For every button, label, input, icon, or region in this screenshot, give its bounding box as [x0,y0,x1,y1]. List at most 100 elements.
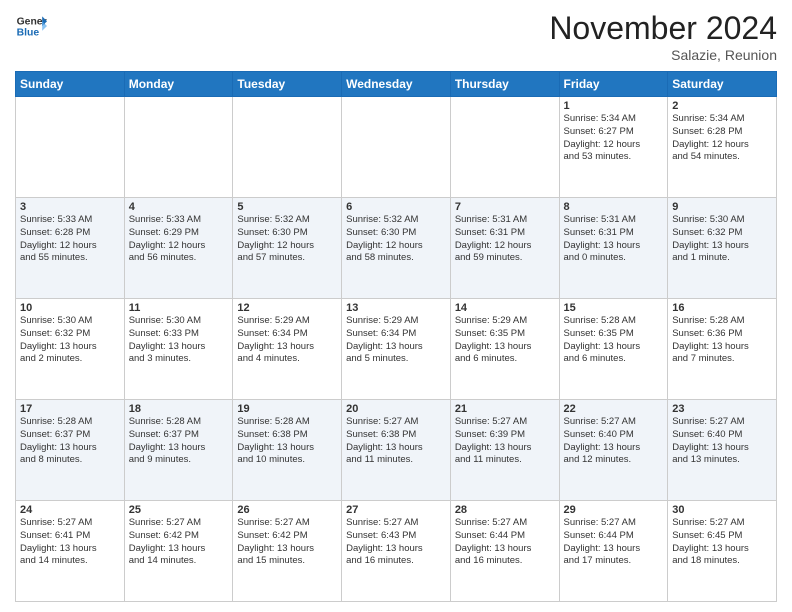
week-row-4: 17Sunrise: 5:28 AM Sunset: 6:37 PM Dayli… [16,400,777,501]
calendar-cell: 3Sunrise: 5:33 AM Sunset: 6:28 PM Daylig… [16,198,125,299]
day-number: 17 [20,403,120,415]
day-number: 14 [455,302,555,314]
day-info: Sunrise: 5:28 AM Sunset: 6:36 PM Dayligh… [672,315,772,366]
day-info: Sunrise: 5:32 AM Sunset: 6:30 PM Dayligh… [237,214,337,265]
day-info: Sunrise: 5:32 AM Sunset: 6:30 PM Dayligh… [346,214,446,265]
weekday-header-sunday: Sunday [16,72,125,97]
day-info: Sunrise: 5:28 AM Sunset: 6:38 PM Dayligh… [237,416,337,467]
day-info: Sunrise: 5:27 AM Sunset: 6:40 PM Dayligh… [564,416,664,467]
calendar-cell: 14Sunrise: 5:29 AM Sunset: 6:35 PM Dayli… [450,299,559,400]
day-info: Sunrise: 5:29 AM Sunset: 6:35 PM Dayligh… [455,315,555,366]
calendar-cell: 19Sunrise: 5:28 AM Sunset: 6:38 PM Dayli… [233,400,342,501]
calendar-cell [342,97,451,198]
header: General Blue November 2024 Salazie, Reun… [15,10,777,63]
day-number: 19 [237,403,337,415]
day-info: Sunrise: 5:29 AM Sunset: 6:34 PM Dayligh… [237,315,337,366]
day-info: Sunrise: 5:34 AM Sunset: 6:27 PM Dayligh… [564,113,664,164]
calendar-cell: 27Sunrise: 5:27 AM Sunset: 6:43 PM Dayli… [342,501,451,602]
calendar-cell: 6Sunrise: 5:32 AM Sunset: 6:30 PM Daylig… [342,198,451,299]
calendar-cell: 1Sunrise: 5:34 AM Sunset: 6:27 PM Daylig… [559,97,668,198]
calendar-cell: 18Sunrise: 5:28 AM Sunset: 6:37 PM Dayli… [124,400,233,501]
calendar-cell: 13Sunrise: 5:29 AM Sunset: 6:34 PM Dayli… [342,299,451,400]
week-row-5: 24Sunrise: 5:27 AM Sunset: 6:41 PM Dayli… [16,501,777,602]
day-number: 20 [346,403,446,415]
day-number: 13 [346,302,446,314]
calendar-cell [16,97,125,198]
day-info: Sunrise: 5:27 AM Sunset: 6:44 PM Dayligh… [564,517,664,568]
calendar-cell: 30Sunrise: 5:27 AM Sunset: 6:45 PM Dayli… [668,501,777,602]
day-info: Sunrise: 5:29 AM Sunset: 6:34 PM Dayligh… [346,315,446,366]
week-row-2: 3Sunrise: 5:33 AM Sunset: 6:28 PM Daylig… [16,198,777,299]
title-block: November 2024 Salazie, Reunion [549,10,777,63]
day-number: 2 [672,100,772,112]
day-number: 5 [237,201,337,213]
calendar-cell: 28Sunrise: 5:27 AM Sunset: 6:44 PM Dayli… [450,501,559,602]
calendar-cell: 7Sunrise: 5:31 AM Sunset: 6:31 PM Daylig… [450,198,559,299]
day-number: 23 [672,403,772,415]
weekday-header-tuesday: Tuesday [233,72,342,97]
day-info: Sunrise: 5:27 AM Sunset: 6:42 PM Dayligh… [237,517,337,568]
day-number: 30 [672,504,772,516]
calendar-cell: 15Sunrise: 5:28 AM Sunset: 6:35 PM Dayli… [559,299,668,400]
calendar-cell [233,97,342,198]
weekday-header-saturday: Saturday [668,72,777,97]
day-number: 6 [346,201,446,213]
calendar-cell [450,97,559,198]
calendar-cell: 23Sunrise: 5:27 AM Sunset: 6:40 PM Dayli… [668,400,777,501]
day-info: Sunrise: 5:27 AM Sunset: 6:38 PM Dayligh… [346,416,446,467]
day-number: 29 [564,504,664,516]
day-number: 24 [20,504,120,516]
calendar-cell: 25Sunrise: 5:27 AM Sunset: 6:42 PM Dayli… [124,501,233,602]
day-number: 3 [20,201,120,213]
page: General Blue November 2024 Salazie, Reun… [0,0,792,612]
day-info: Sunrise: 5:31 AM Sunset: 6:31 PM Dayligh… [455,214,555,265]
day-info: Sunrise: 5:27 AM Sunset: 6:41 PM Dayligh… [20,517,120,568]
day-info: Sunrise: 5:30 AM Sunset: 6:32 PM Dayligh… [672,214,772,265]
day-info: Sunrise: 5:27 AM Sunset: 6:40 PM Dayligh… [672,416,772,467]
calendar-cell: 22Sunrise: 5:27 AM Sunset: 6:40 PM Dayli… [559,400,668,501]
calendar-cell: 5Sunrise: 5:32 AM Sunset: 6:30 PM Daylig… [233,198,342,299]
day-number: 27 [346,504,446,516]
calendar-cell [124,97,233,198]
week-row-1: 1Sunrise: 5:34 AM Sunset: 6:27 PM Daylig… [16,97,777,198]
calendar-cell: 10Sunrise: 5:30 AM Sunset: 6:32 PM Dayli… [16,299,125,400]
day-number: 15 [564,302,664,314]
calendar-cell: 12Sunrise: 5:29 AM Sunset: 6:34 PM Dayli… [233,299,342,400]
weekday-header-row: SundayMondayTuesdayWednesdayThursdayFrid… [16,72,777,97]
week-row-3: 10Sunrise: 5:30 AM Sunset: 6:32 PM Dayli… [16,299,777,400]
day-number: 12 [237,302,337,314]
calendar-cell: 8Sunrise: 5:31 AM Sunset: 6:31 PM Daylig… [559,198,668,299]
day-number: 18 [129,403,229,415]
day-number: 8 [564,201,664,213]
day-info: Sunrise: 5:27 AM Sunset: 6:39 PM Dayligh… [455,416,555,467]
day-number: 16 [672,302,772,314]
day-number: 11 [129,302,229,314]
calendar-cell: 21Sunrise: 5:27 AM Sunset: 6:39 PM Dayli… [450,400,559,501]
calendar-cell: 26Sunrise: 5:27 AM Sunset: 6:42 PM Dayli… [233,501,342,602]
day-number: 28 [455,504,555,516]
location: Salazie, Reunion [549,47,777,63]
calendar-cell: 2Sunrise: 5:34 AM Sunset: 6:28 PM Daylig… [668,97,777,198]
day-number: 26 [237,504,337,516]
day-number: 25 [129,504,229,516]
weekday-header-wednesday: Wednesday [342,72,451,97]
calendar-cell: 29Sunrise: 5:27 AM Sunset: 6:44 PM Dayli… [559,501,668,602]
day-info: Sunrise: 5:27 AM Sunset: 6:44 PM Dayligh… [455,517,555,568]
month-title: November 2024 [549,10,777,47]
weekday-header-friday: Friday [559,72,668,97]
calendar: SundayMondayTuesdayWednesdayThursdayFrid… [15,71,777,602]
day-number: 22 [564,403,664,415]
day-number: 7 [455,201,555,213]
calendar-cell: 16Sunrise: 5:28 AM Sunset: 6:36 PM Dayli… [668,299,777,400]
day-info: Sunrise: 5:27 AM Sunset: 6:43 PM Dayligh… [346,517,446,568]
calendar-cell: 4Sunrise: 5:33 AM Sunset: 6:29 PM Daylig… [124,198,233,299]
day-info: Sunrise: 5:33 AM Sunset: 6:29 PM Dayligh… [129,214,229,265]
day-info: Sunrise: 5:34 AM Sunset: 6:28 PM Dayligh… [672,113,772,164]
calendar-cell: 20Sunrise: 5:27 AM Sunset: 6:38 PM Dayli… [342,400,451,501]
svg-text:Blue: Blue [17,28,40,39]
weekday-header-monday: Monday [124,72,233,97]
calendar-cell: 24Sunrise: 5:27 AM Sunset: 6:41 PM Dayli… [16,501,125,602]
day-info: Sunrise: 5:30 AM Sunset: 6:32 PM Dayligh… [20,315,120,366]
day-number: 1 [564,100,664,112]
day-info: Sunrise: 5:28 AM Sunset: 6:35 PM Dayligh… [564,315,664,366]
